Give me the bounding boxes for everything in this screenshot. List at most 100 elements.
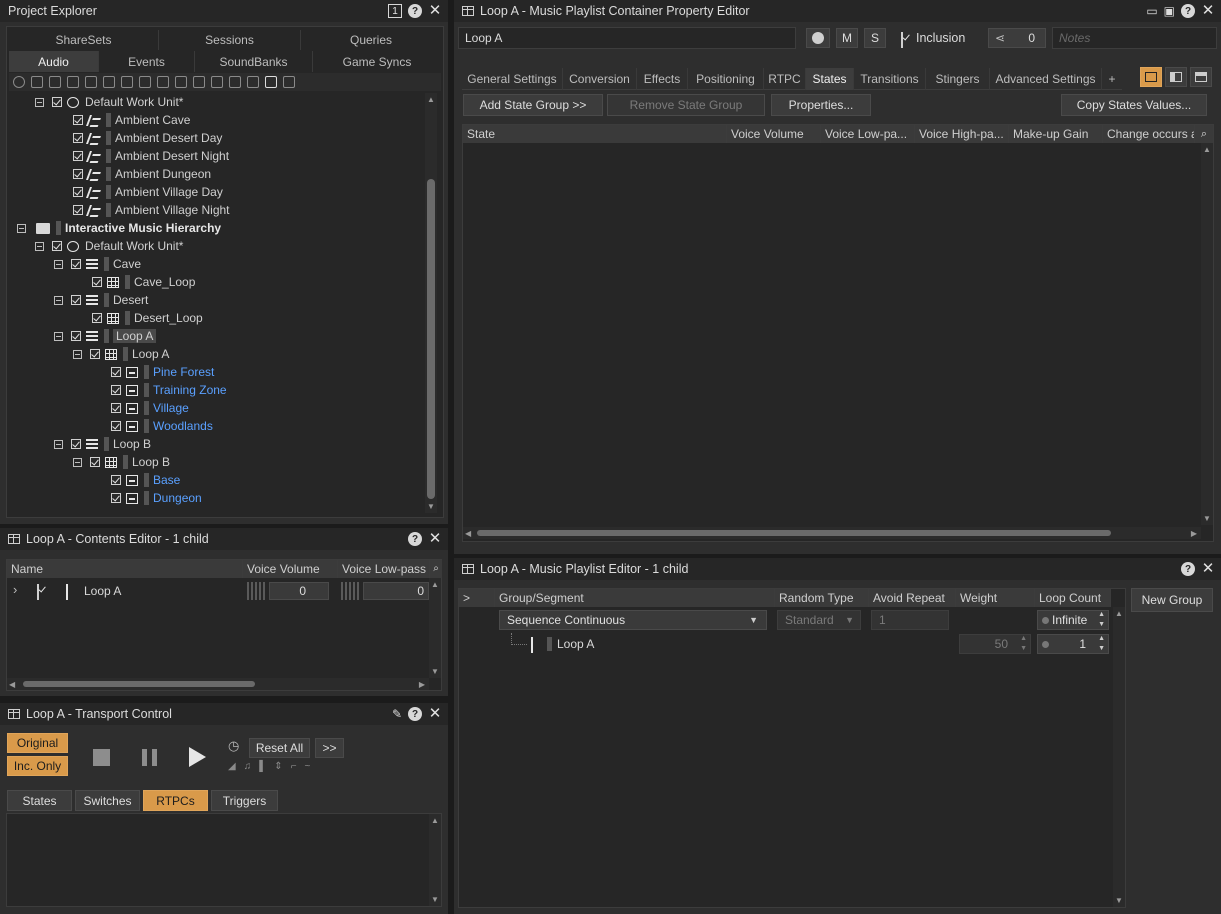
scroll-right-icon[interactable]: ▶ [419, 680, 425, 689]
scroll-thumb[interactable] [477, 530, 1111, 536]
contents-horizontal-scrollbar[interactable]: ◀ ▶ [7, 678, 429, 690]
scroll-thumb[interactable] [23, 681, 255, 687]
share-references-button[interactable]: ⋖ 0 [988, 28, 1046, 48]
music-switch-tool-icon[interactable] [193, 76, 205, 88]
include-checkbox[interactable] [73, 151, 83, 161]
tree-row-dungeon[interactable]: Dungeon [111, 489, 202, 507]
scroll-up-icon[interactable]: ▲ [431, 580, 439, 589]
scroll-left-icon[interactable]: ◀ [9, 680, 15, 689]
add-state-group-button[interactable]: Add State Group >> [463, 94, 603, 116]
blend-tool-icon[interactable] [121, 76, 133, 88]
include-checkbox[interactable] [73, 187, 83, 197]
tree-row-loop-a-playlist[interactable]: Loop A [73, 345, 169, 363]
collapse-icon[interactable] [54, 295, 63, 305]
include-checkbox[interactable] [111, 385, 121, 395]
close-icon[interactable]: ✕ [428, 3, 442, 18]
collapse-icon[interactable] [54, 331, 63, 341]
include-checkbox[interactable] [111, 403, 121, 413]
tab-events[interactable]: Events [99, 51, 195, 72]
collapse-icon[interactable] [73, 457, 82, 467]
column-change-occurs[interactable]: Change occurs a [1103, 125, 1195, 143]
column-name[interactable]: Name [7, 560, 243, 578]
column-expand[interactable]: > [459, 589, 495, 607]
column-makeup-gain[interactable]: Make-up Gain [1009, 125, 1103, 143]
more-button[interactable]: >> [315, 738, 344, 758]
table-row[interactable]: › Loop A 0 0 [7, 580, 430, 602]
tab-audio[interactable]: Audio [9, 51, 99, 72]
collapse-icon[interactable] [35, 97, 44, 107]
states-horizontal-scrollbar[interactable]: ◀ ▶ [463, 527, 1201, 539]
scroll-up-icon[interactable]: ▲ [1115, 609, 1123, 618]
folder-new-tool-icon[interactable] [49, 76, 61, 88]
scroll-thumb[interactable] [427, 179, 435, 499]
copy-states-values-button[interactable]: Copy States Values... [1061, 94, 1207, 116]
tree-row-ambient-desert-night[interactable]: Ambient Desert Night [73, 147, 229, 165]
include-checkbox[interactable] [90, 457, 100, 467]
tab-general-settings[interactable]: General Settings [462, 68, 563, 90]
music-track-tool-icon[interactable] [247, 76, 259, 88]
filter-search-icon[interactable]: ⌕ [1195, 125, 1213, 143]
include-checkbox[interactable] [111, 493, 121, 503]
layout-split-button[interactable] [1165, 67, 1187, 87]
include-checkbox[interactable] [73, 169, 83, 179]
include-checkbox[interactable] [111, 421, 121, 431]
loop-count-field[interactable]: 1 ▲ ▼ [1037, 634, 1109, 654]
tree-row-training-zone[interactable]: Training Zone [111, 381, 227, 399]
help-icon[interactable]: ? [408, 707, 422, 721]
layout-single-button[interactable] [1140, 67, 1162, 87]
group-type-dropdown[interactable]: Sequence Continuous ▼ [499, 610, 767, 630]
include-checkbox[interactable] [52, 241, 62, 251]
tree-row-default-work-unit-music[interactable]: Default Work Unit* [35, 237, 183, 255]
include-checkbox[interactable] [90, 349, 100, 359]
voice-lowpass-field[interactable]: 0 [363, 582, 429, 600]
save-icon[interactable]: ▣ [1164, 4, 1175, 18]
column-state[interactable]: State [463, 125, 727, 143]
help-icon[interactable]: ? [1181, 4, 1195, 18]
tree-row-ambient-village-night[interactable]: Ambient Village Night [73, 201, 230, 219]
original-button[interactable]: Original [7, 733, 68, 753]
include-checkbox[interactable] [73, 133, 83, 143]
work-unit-tool-icon[interactable] [13, 76, 25, 88]
column-loop-count[interactable]: Loop Count [1035, 589, 1111, 607]
weight-field[interactable]: 50 ▲ ▼ [959, 634, 1031, 654]
tab-queries[interactable]: Queries [301, 30, 441, 50]
tab-add[interactable]: + [1102, 68, 1122, 90]
spin-arrows-icon[interactable]: ▲ ▼ [1020, 634, 1027, 654]
states-vertical-scrollbar[interactable]: ▲ ▼ [1201, 143, 1213, 525]
include-checkbox[interactable] [92, 313, 102, 323]
tree-row-ambient-cave[interactable]: Ambient Cave [73, 111, 190, 129]
close-icon[interactable]: ✕ [428, 706, 442, 721]
include-checkbox[interactable] [73, 205, 83, 215]
help-icon[interactable]: ? [408, 4, 422, 18]
tab-triggers[interactable]: Triggers [211, 790, 278, 811]
tab-advanced-settings[interactable]: Advanced Settings [990, 68, 1102, 90]
transport-vertical-scrollbar[interactable]: ▲ ▼ [429, 814, 441, 906]
actor-mixer-tool-icon[interactable] [67, 76, 79, 88]
tree-row-pine-forest[interactable]: Pine Forest [111, 363, 214, 381]
tab-rtpc[interactable]: RTPC [764, 68, 806, 90]
scroll-up-icon[interactable]: ▲ [431, 816, 439, 825]
playlist-grid-tool-icon[interactable] [265, 76, 277, 88]
close-icon[interactable]: ✕ [1201, 561, 1215, 576]
tree-row-woodlands[interactable]: Woodlands [111, 417, 213, 435]
tree-row-desert[interactable]: Desert [54, 291, 148, 309]
reset-all-button[interactable]: Reset All [249, 738, 310, 758]
filter-search-icon[interactable]: ⌕ [430, 560, 442, 578]
music-playlist-tool-icon[interactable] [211, 76, 223, 88]
segment-row[interactable]: Loop A 50 ▲ ▼ 1 ▲ ▼ [459, 633, 1111, 655]
random-tool-icon[interactable] [139, 76, 151, 88]
view-number-icon[interactable]: 1 [388, 4, 402, 18]
tab-stingers[interactable]: Stingers [926, 68, 990, 90]
spin-arrows-icon[interactable]: ▲ ▼ [1098, 610, 1105, 630]
scroll-down-icon[interactable]: ▼ [431, 895, 439, 904]
include-checkbox[interactable] [92, 277, 102, 287]
playlist-vertical-scrollbar[interactable]: ▲ ▼ [1113, 607, 1125, 907]
scroll-down-icon[interactable]: ▼ [1203, 514, 1211, 523]
tree-row-base[interactable]: Base [111, 471, 180, 489]
column-voice-highpass[interactable]: Voice High-pa... [915, 125, 1009, 143]
explorer-vertical-scrollbar[interactable]: ▲ ▼ [425, 93, 437, 513]
include-checkbox[interactable] [52, 97, 62, 107]
scroll-down-icon[interactable]: ▼ [427, 502, 435, 511]
inc-only-button[interactable]: Inc. Only [7, 756, 68, 776]
sequence-tool-icon[interactable] [157, 76, 169, 88]
